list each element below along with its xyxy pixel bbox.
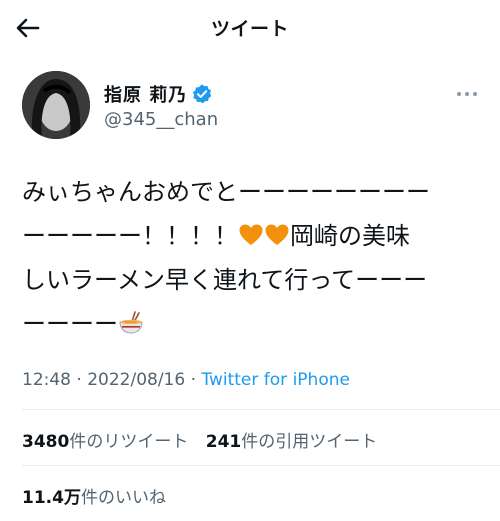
retweet-count-label: 件のリツイート <box>69 432 189 452</box>
tweet-line-3: しいラーメン早く連れて行ってーーー <box>22 258 492 302</box>
divider <box>22 409 500 410</box>
tweet-source-link[interactable]: Twitter for iPhone <box>201 370 350 390</box>
tweet-line-2: ーーーーー！！！！ 岡崎の美味 <box>22 214 492 258</box>
tweet-timestamp: 12:48 · 2022/08/16 · Twitter for iPhone <box>22 370 350 390</box>
retweet-count[interactable]: 3480件のリツイート <box>22 432 188 452</box>
tweet-text-segment: 岡崎の美味 <box>290 222 410 250</box>
orange-heart-icon <box>239 224 263 245</box>
tweet-line-1: みぃちゃんおめでとーーーーーーーー <box>22 170 492 214</box>
quote-count-label: 件の引用ツイート <box>241 432 378 452</box>
ramen-bowl-icon <box>119 311 143 334</box>
tweet-text: みぃちゃんおめでとーーーーーーーー ーーーーー！！！！ 岡崎の美味 しいラーメン早… <box>22 170 492 346</box>
tweet-text-segment: ーーーーー！！！！ <box>22 222 238 250</box>
page-title: ツイート <box>210 18 289 40</box>
avatar[interactable] <box>22 71 90 139</box>
verified-badge-icon <box>193 84 212 104</box>
tweet-text-segment: みぃちゃんおめでとーーーーーーーー <box>22 178 430 206</box>
more-dots-icon[interactable] <box>454 84 480 104</box>
orange-heart-icon <box>265 224 289 245</box>
avatar-photo <box>22 71 90 139</box>
tweet-line-4: ーーーー <box>22 302 492 346</box>
top-bar: ツイート <box>0 0 500 58</box>
engagement-stats: 3480件のリツイート 241件の引用ツイート <box>22 427 377 452</box>
display-name[interactable]: 指原 莉乃 <box>104 81 187 107</box>
tweet-text-segment: ーーーー <box>22 310 118 338</box>
user-handle[interactable]: @345__chan <box>104 109 218 130</box>
like-count-label: 件のいいね <box>80 488 166 508</box>
retweet-count-number: 3480 <box>22 432 70 452</box>
divider <box>22 465 500 466</box>
tweet-text-segment: しいラーメン早く連れて行ってーーー <box>22 266 428 294</box>
tweet-time[interactable]: 12:48 · 2022/08/16 · <box>22 370 201 390</box>
like-count-number: 11.4万 <box>22 488 81 508</box>
author-name-row[interactable]: 指原 莉乃 <box>104 81 213 107</box>
quote-count[interactable]: 241件の引用ツイート <box>206 432 378 452</box>
like-count[interactable]: 11.4万件のいいね <box>22 483 166 508</box>
quote-count-number: 241 <box>205 432 242 452</box>
